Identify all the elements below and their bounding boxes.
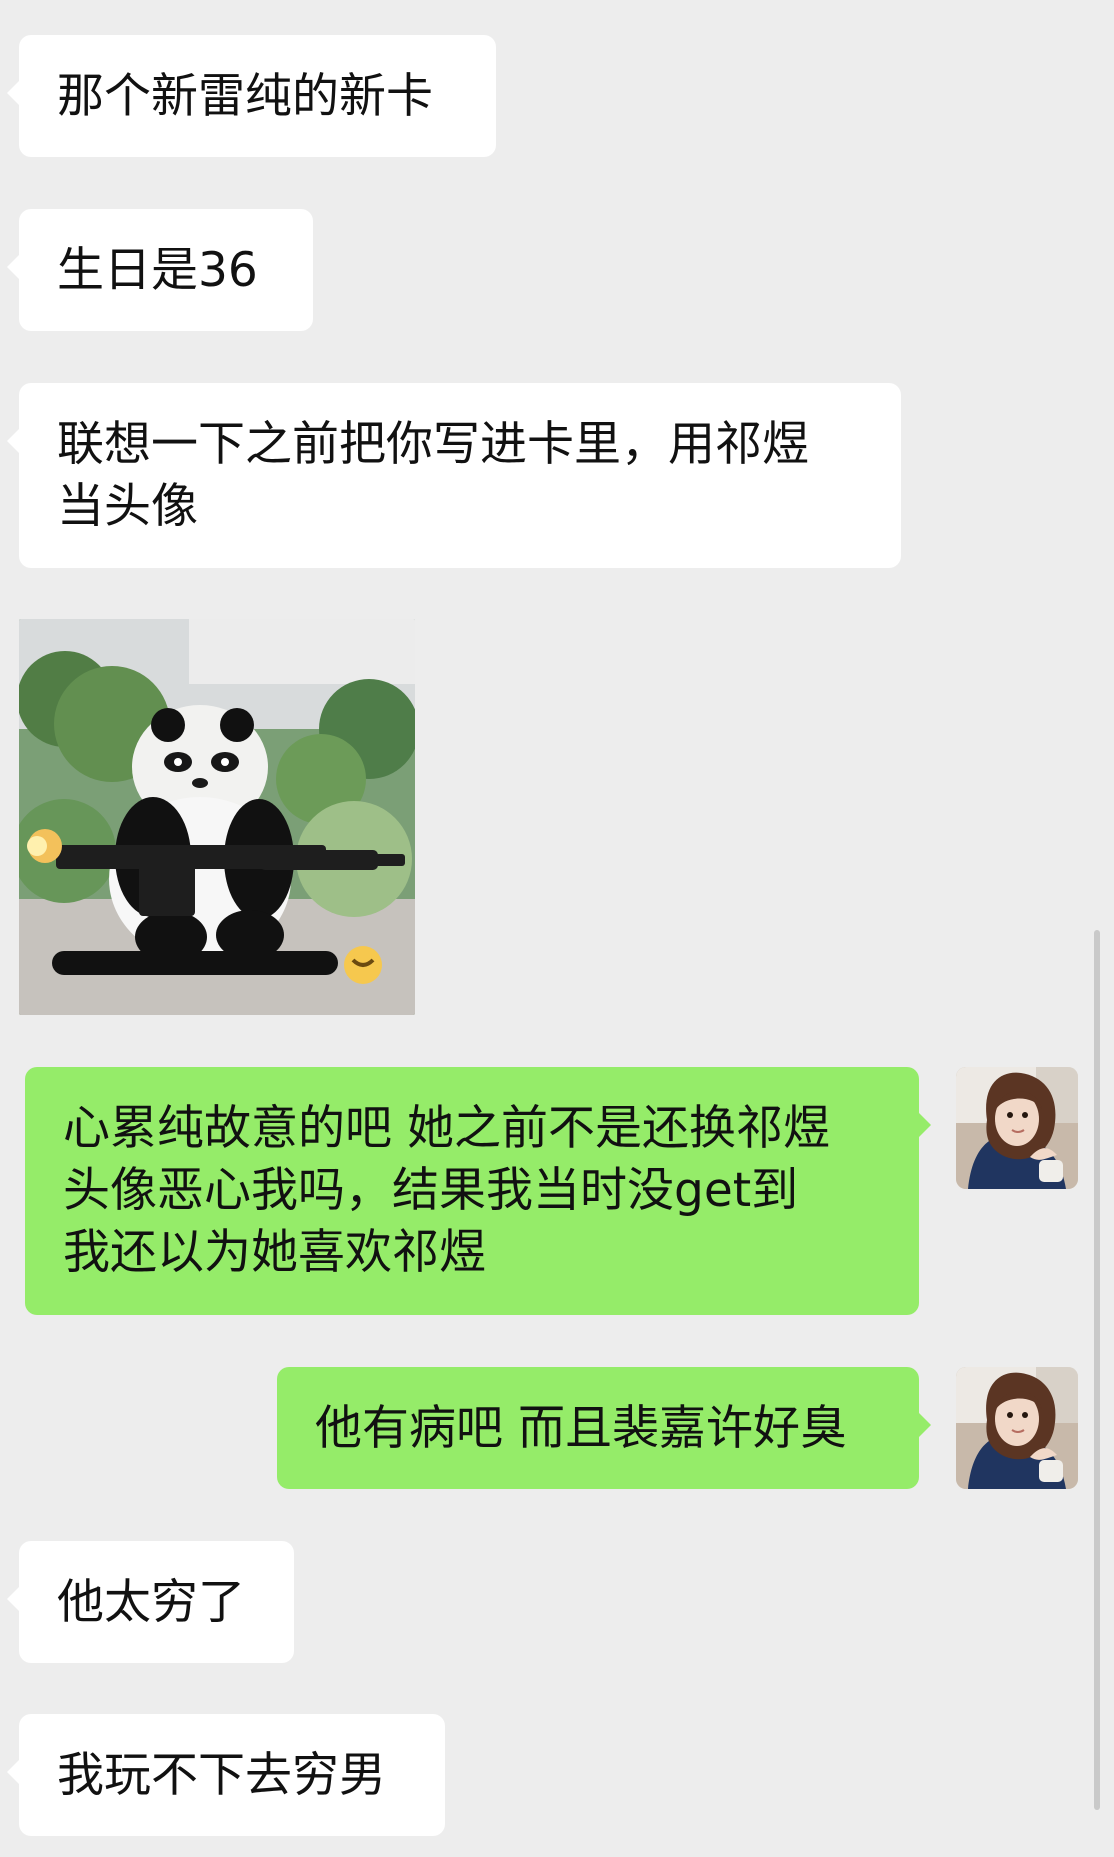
outgoing-message-1[interactable]: 心累纯故意的吧 她之前不是还换祁煜 头像恶心我吗，结果我当时没get到 我还以为… <box>25 1067 931 1315</box>
incoming-message-1[interactable]: 那个新雷纯的新卡 <box>7 35 496 157</box>
incoming-message-2[interactable]: 生日是36 <box>7 209 313 331</box>
incoming-message-3[interactable]: 联想一下之前把你写进卡里，用祁煜 当头像 <box>7 383 901 568</box>
incoming-message-4[interactable]: 他太穷了 <box>7 1541 294 1663</box>
chat-history: 那个新雷纯的新卡 生日是36 联想一下之前把你写进卡里，用祁煜 当头像 心累纯故… <box>0 0 1114 1857</box>
girl-avatar[interactable] <box>956 1067 1078 1189</box>
incoming-message-5[interactable]: 我玩不下去穷男 <box>7 1714 445 1836</box>
girl-avatar[interactable] <box>956 1367 1078 1489</box>
chat-scrollbar[interactable] <box>1094 930 1100 1810</box>
outgoing-message-2[interactable]: 他有病吧 而且裴嘉许好臭 <box>277 1367 931 1489</box>
panda-with-gun-sticker[interactable] <box>19 619 415 1015</box>
